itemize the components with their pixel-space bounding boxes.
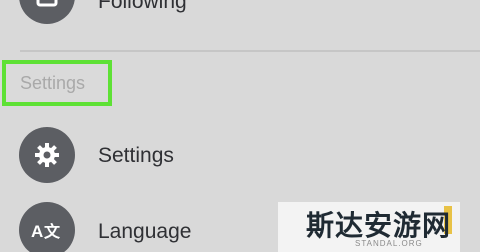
menu-item-following[interactable]: Following	[0, 0, 480, 24]
square-icon	[36, 0, 58, 7]
language-icon-circle: A 文	[19, 202, 75, 252]
svg-text:文: 文	[44, 222, 61, 241]
section-divider	[20, 50, 480, 52]
section-header-settings: Settings	[20, 73, 86, 93]
following-icon-circle	[19, 0, 75, 24]
settings-label: Settings	[98, 144, 174, 167]
settings-icon-circle	[19, 127, 75, 183]
menu-item-settings[interactable]: Settings	[0, 126, 480, 184]
following-label: Following	[98, 0, 187, 13]
watermark-subtext: STANDAL.ORG	[355, 239, 423, 248]
translate-icon: A 文	[31, 222, 61, 241]
gear-icon	[35, 143, 59, 167]
language-label: Language	[98, 220, 192, 243]
watermark-text: 斯达安游网	[306, 209, 452, 242]
svg-text:A: A	[31, 222, 43, 241]
